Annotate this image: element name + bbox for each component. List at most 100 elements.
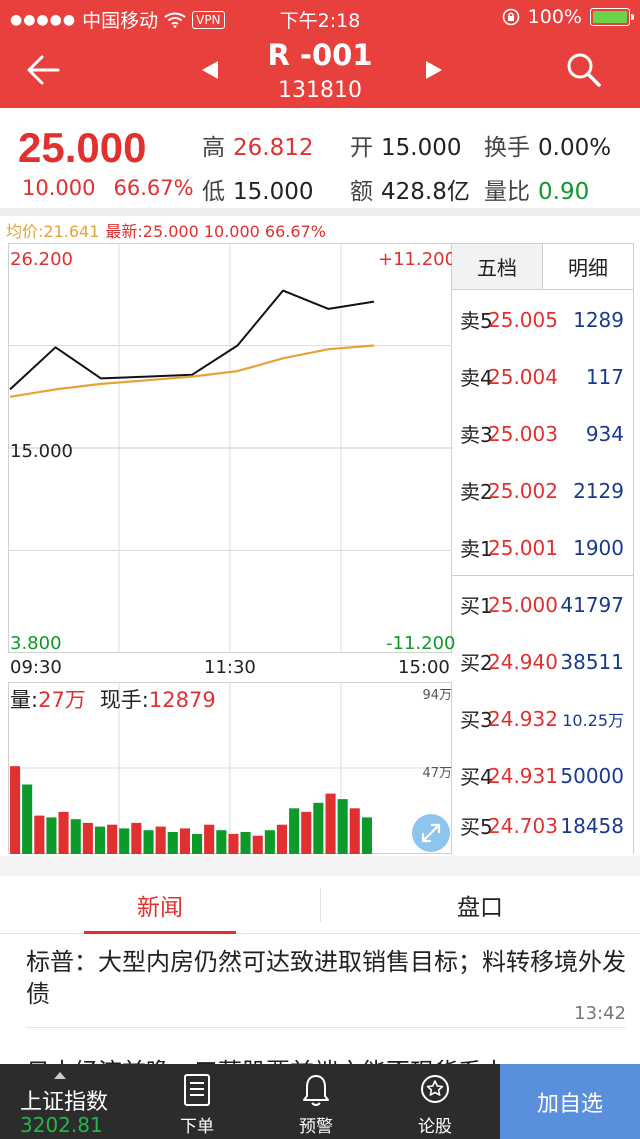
volume-bar [70, 819, 81, 854]
triangle-right-icon [426, 61, 442, 79]
quote-panel: 25.000 10.000 66.67% 高 26.812 低 15.000 开 15.… [0, 108, 640, 208]
news-divider [26, 1027, 626, 1028]
news-time: 13:42 [574, 1003, 626, 1024]
alert-bell-icon [303, 1075, 329, 1106]
ask-row-1[interactable]: 卖1 25.001 1900 [452, 519, 634, 576]
ask-price: 25.001 [488, 535, 558, 560]
volume-value: 27万 [38, 688, 86, 712]
change-percent: 66.67% [113, 176, 194, 200]
bid-volume: 10.25万 [562, 710, 624, 730]
tab-five-levels[interactable]: 五档 [452, 244, 543, 289]
volume-bar [252, 835, 263, 854]
order-book: 五档 明细 卖5 25.005 1289 卖4 25.004 117 卖3 25.003 9… [452, 243, 634, 854]
search-icon [567, 53, 601, 87]
volume-bar [94, 826, 105, 854]
status-right: 100% [502, 6, 634, 28]
last-price: 25.000 [18, 124, 147, 171]
volume-bar [119, 828, 130, 854]
low-value: 15.000 [233, 179, 314, 205]
volume-info: 量:27万 现手:12879 [10, 684, 230, 714]
bid-volume: 41797 [560, 592, 624, 617]
tab-news[interactable]: 新闻 [0, 876, 320, 934]
rotation-lock-icon [502, 8, 519, 26]
next-news-headline[interactable]: 日本经济前瞻：三菱股票前端之能否现货系本 [26, 1052, 626, 1064]
bid-row-4[interactable]: 买4 24.931 50000 [452, 747, 634, 804]
ask-label: 卖1 [460, 537, 493, 561]
ask-volume: 2129 [573, 478, 624, 503]
ask-row-4[interactable]: 卖4 25.004 117 [452, 348, 634, 405]
turnover-value: 0.00% [538, 135, 612, 161]
turnover-quote: 换手 0.00% [484, 128, 611, 162]
section-divider [0, 208, 640, 216]
bid-price: 24.703 [488, 813, 558, 838]
bid-row-1[interactable]: 买1 25.000 41797 [452, 576, 634, 633]
high-quote: 高 26.812 [202, 128, 313, 162]
ask-row-5[interactable]: 卖5 25.005 1289 [452, 291, 634, 348]
bid-price: 24.931 [488, 763, 558, 788]
x-axis-end-label: 15:00 [398, 657, 450, 678]
news-headline[interactable]: 标普：大型内房仍然可达致进取销售目标；料转移境外发债 [26, 946, 626, 1010]
x-axis-mid-label: 11:30 [204, 657, 256, 678]
app-header: ●●●●● 中国移动 VPN 下午2:18 100% R -001 131810 [0, 0, 640, 108]
bid-row-2[interactable]: 买2 24.940 38511 [452, 633, 634, 690]
intraday-price-plot [8, 243, 452, 653]
ask-label: 卖4 [460, 366, 493, 390]
volume-bar [204, 824, 215, 854]
volume-bar [337, 799, 348, 854]
volume-label: 量: [10, 688, 39, 712]
volume-bar [107, 824, 118, 854]
nav-discuss-button[interactable]: 论股 [395, 1064, 475, 1139]
pct-axis-bottom-label: -11.200 [386, 633, 456, 654]
volume-bar [216, 830, 227, 854]
discussion-star-icon [421, 1075, 449, 1103]
battery-percent: 100% [527, 6, 582, 28]
amount-label: 额 [350, 179, 373, 205]
nav-alert-button[interactable]: 预警 [276, 1064, 356, 1139]
fullscreen-chart-button[interactable] [412, 814, 450, 852]
volume-bar [46, 817, 57, 854]
bid-row-5[interactable]: 买5 24.703 18458 [452, 797, 634, 854]
index-ticker-button[interactable]: 上证指数 3202.81 [0, 1064, 150, 1139]
current-hand-label: 现手: [99, 688, 149, 712]
order-book-tabs: 五档 明细 [452, 244, 633, 290]
volume-bar [155, 826, 166, 854]
index-value: 3202.81 [20, 1113, 103, 1137]
y-axis-bottom-label: 3.800 [10, 633, 62, 654]
add-to-watchlist-button[interactable]: 加自选 [500, 1064, 640, 1139]
nav-order-button[interactable]: 下单 [157, 1064, 237, 1139]
tab-market-depth[interactable]: 盘口 [320, 876, 640, 934]
next-stock-button[interactable] [422, 58, 446, 82]
tab-tick-details[interactable]: 明细 [543, 244, 633, 289]
ask-volume: 1900 [573, 535, 624, 560]
volume-bar [192, 833, 203, 854]
volume-bar [82, 822, 93, 854]
bid-row-3[interactable]: 买3 24.932 10.25万 [452, 690, 634, 747]
ask-row-3[interactable]: 卖3 25.003 934 [452, 405, 634, 462]
price-change: 10.000 66.67% [22, 176, 194, 200]
nav-discuss-label: 论股 [418, 1117, 452, 1137]
bid-volume: 18458 [560, 813, 624, 838]
bid-label: 买3 [460, 708, 493, 732]
bid-volume: 50000 [560, 763, 624, 788]
volume-ratio-value: 0.90 [538, 179, 590, 205]
index-name: 上证指数 [20, 1090, 109, 1115]
ask-price: 25.003 [488, 421, 558, 446]
status-bar: ●●●●● 中国移动 VPN 下午2:18 100% [0, 0, 640, 36]
bid-volume: 38511 [560, 649, 624, 674]
volume-bar [276, 824, 287, 854]
open-label: 开 [350, 135, 373, 161]
volume-bar [143, 830, 154, 854]
volume-bar [228, 833, 239, 854]
bid-price: 24.940 [488, 649, 558, 674]
ask-price: 25.005 [488, 307, 558, 332]
volume-bar [289, 808, 300, 854]
search-button[interactable] [562, 48, 606, 92]
tab-divider [320, 888, 321, 922]
bid-label: 买2 [460, 651, 493, 675]
volume-bar [131, 822, 142, 854]
bid-price: 25.000 [488, 592, 558, 617]
nav-alert-label: 预警 [299, 1117, 333, 1137]
stock-name: R -001 [267, 38, 373, 72]
volume-bar [349, 808, 360, 854]
ask-row-2[interactable]: 卖2 25.002 2129 [452, 462, 634, 519]
